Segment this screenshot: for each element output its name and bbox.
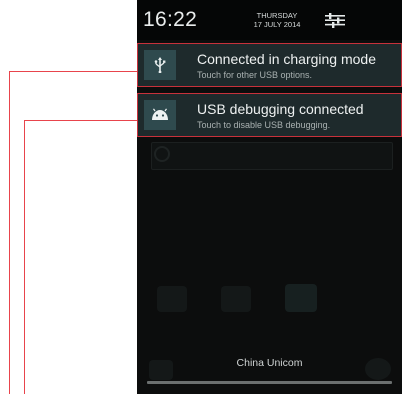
notification-usb-debugging[interactable]: USB debugging connected Touch to disable… <box>137 93 402 137</box>
usb-icon <box>144 50 176 80</box>
notification-subtitle: Touch to disable USB debugging. <box>197 120 331 130</box>
background-app-icon <box>285 284 317 312</box>
notification-usb-charging[interactable]: Connected in charging mode Touch for oth… <box>137 43 402 87</box>
quick-settings-icon[interactable] <box>325 12 345 28</box>
clock: 16:22 <box>143 8 198 31</box>
notification-title: USB debugging connected <box>197 101 364 117</box>
notification-title: Connected in charging mode <box>197 51 377 67</box>
background-search-bar <box>151 142 393 170</box>
callout-line-2-vertical <box>24 120 25 394</box>
date-display: THURSDAY 17 JULY 2014 <box>245 11 309 29</box>
callout-line-1-vertical <box>9 71 10 394</box>
weekday-label: THURSDAY <box>256 11 298 20</box>
date-label: 17 JULY 2014 <box>253 20 301 29</box>
background-app-icon <box>157 286 187 312</box>
callout-line-1-horizontal <box>9 71 137 72</box>
background-search-icon <box>154 146 170 162</box>
background-app-icon <box>221 286 251 312</box>
callout-line-2-horizontal <box>24 120 137 121</box>
status-header: 16:22 THURSDAY 17 JULY 2014 <box>137 0 402 40</box>
shade-drag-handle[interactable] <box>147 381 392 384</box>
notification-shade: 16:22 THURSDAY 17 JULY 2014 Connected in… <box>137 0 402 394</box>
android-debug-icon <box>144 100 176 130</box>
notification-subtitle: Touch for other USB options. <box>197 70 313 80</box>
carrier-label: China Unicom <box>236 357 303 369</box>
